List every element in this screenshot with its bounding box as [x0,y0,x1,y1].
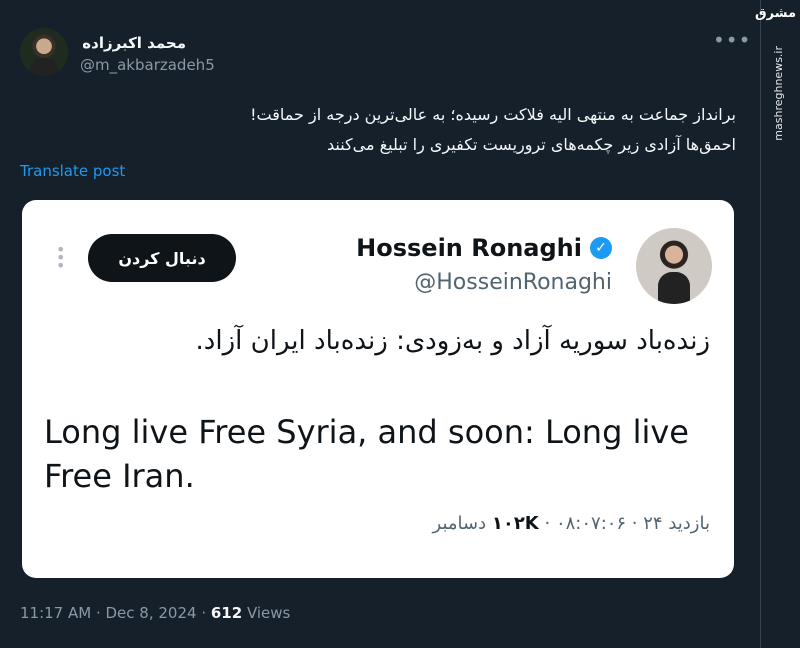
mashregh-logo: مشرق [755,6,796,21]
post-timestamp[interactable]: 11:17 AM · Dec 8, 2024 · [20,604,211,622]
quoted-text-persian: زنده‌باد سوریه آزاد و به‌زودی: زنده‌باد … [195,326,710,356]
author-name[interactable]: محمد اکبرزاده [82,34,186,52]
quoted-tweet-card[interactable]: • • • دنبال کردن Hossein Ronaghi ✓ @Hossei… [22,200,734,578]
quoted-views-label: بازدید [668,513,710,534]
author-avatar[interactable] [20,28,68,76]
kebab-menu-icon[interactable]: • • • [56,242,65,274]
quoted-text-english: Long live Free Syria, and soon: Long liv… [44,413,689,495]
post-line-1: برانداز جماعت به منتهی الیه فلاکت رسیده؛… [250,105,736,124]
verified-badge-icon: ✓ [590,237,612,259]
quoted-views-count: ۱۰۲K [491,513,539,534]
more-horizontal-icon[interactable]: ••• [713,28,751,52]
quoted-meta: بازدید ۱۰۲K · ۰۸:۰۷:۰۶ · ۲۴ دسامبر [432,513,710,534]
translate-link[interactable]: Translate post [20,162,125,180]
follow-button[interactable]: دنبال کردن [88,234,236,282]
post-views-label: Views [242,604,291,622]
quoted-author-name-row[interactable]: Hossein Ronaghi ✓ [356,234,612,262]
quoted-author-avatar[interactable] [636,228,712,304]
watermark-site: mashreghnews.ir [772,46,785,141]
author-handle[interactable]: @m_akbarzadeh5 [80,56,215,74]
post-meta: 11:17 AM · Dec 8, 2024 · 612 Views [20,604,290,622]
post-line-2: احمق‌ها آزادی زیر چکمه‌های تروریست تکفیر… [327,135,736,154]
quoted-author-name[interactable]: Hossein Ronaghi [356,234,582,262]
post: محمد اکبرزاده @m_akbarzadeh5 ••• برانداز… [0,0,760,648]
post-text: برانداز جماعت به منتهی الیه فلاکت رسیده؛… [20,100,736,160]
quoted-author-handle[interactable]: @HosseinRonaghi [414,270,612,295]
post-views-count[interactable]: 612 [211,604,242,622]
